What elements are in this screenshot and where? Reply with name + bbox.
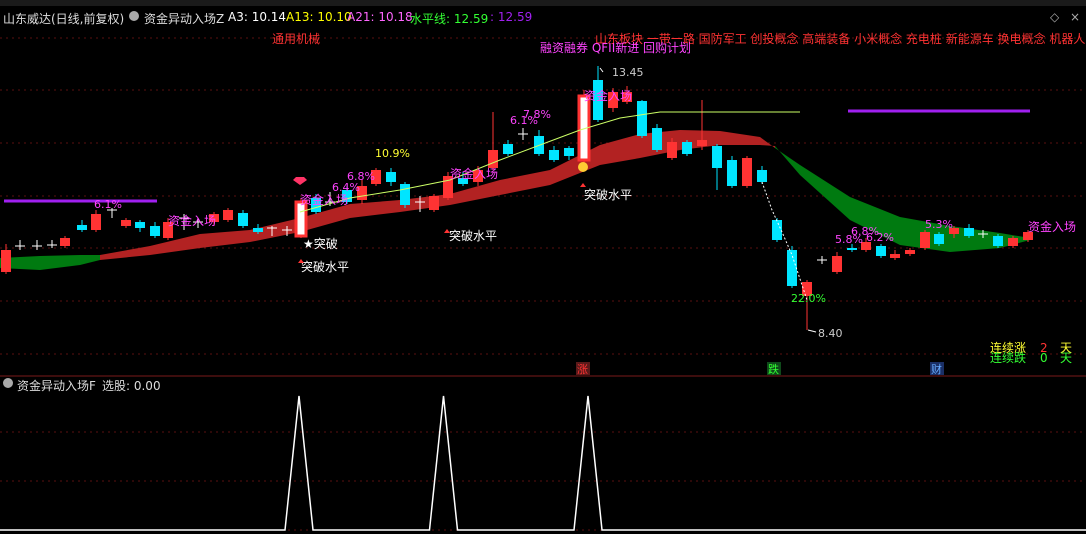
break-label: ★突破 bbox=[303, 236, 338, 251]
candle-body-20 bbox=[294, 200, 308, 238]
candle-body-60 bbox=[890, 254, 900, 258]
sub-indicator-line bbox=[0, 395, 1086, 531]
pct-label-10: 6.2% bbox=[866, 231, 894, 244]
candle-body-52 bbox=[772, 220, 782, 240]
arrow-up-icon-3 bbox=[580, 183, 586, 187]
candle-body-26 bbox=[386, 172, 396, 182]
high-pointer bbox=[599, 67, 604, 73]
pct-label-11: 5.3% bbox=[925, 218, 953, 231]
candle-body-47 bbox=[697, 140, 707, 146]
candle-body-61 bbox=[905, 250, 915, 254]
fund-entry-label-1: 资金入场 bbox=[168, 213, 216, 228]
candle-body-37 bbox=[549, 150, 559, 160]
concept-line-1: 通用机械 bbox=[272, 31, 320, 46]
candle-body-48 bbox=[712, 146, 722, 168]
sub-indicator-value: 选股: 0.00 bbox=[102, 379, 161, 393]
break-level-label-1: 突破水平 bbox=[301, 259, 349, 274]
candle-body-68 bbox=[1008, 238, 1018, 246]
candle-body-10 bbox=[150, 226, 160, 236]
candle-body-8 bbox=[121, 220, 131, 226]
candle-body-34 bbox=[503, 144, 513, 154]
ma-dotted bbox=[761, 181, 808, 301]
candle-body-53 bbox=[787, 250, 797, 286]
candle-body-57 bbox=[847, 248, 857, 250]
sub-chart-header: 资金异动入场F 选股: 0.00 bbox=[0, 376, 1086, 393]
fund-entry-label-4: 资金入场 bbox=[584, 88, 632, 103]
fund-entry-label-3: 资金入场 bbox=[450, 166, 498, 181]
candle-body-0 bbox=[1, 250, 11, 272]
ribbon-bear-left bbox=[0, 255, 100, 270]
diamond-icon bbox=[293, 177, 307, 185]
pct-label-1: 6.1% bbox=[94, 198, 122, 211]
concept-line-3: 融资融券 QFII新进 回购计划 bbox=[540, 40, 691, 55]
lianxu-die-count: 0 bbox=[1040, 351, 1048, 365]
candle-body-5 bbox=[77, 225, 87, 230]
die-badge: 跌 bbox=[768, 362, 779, 376]
candle-body-51 bbox=[757, 170, 767, 182]
candle-body-43 bbox=[637, 101, 647, 136]
sub-indicator-name[interactable]: 资金异动入场F bbox=[17, 377, 96, 394]
pct-label-4: 10.9% bbox=[375, 147, 410, 160]
candle-body-16 bbox=[238, 213, 248, 226]
break-level-label-3: 突破水平 bbox=[584, 187, 632, 202]
fund-entry-label-2: 资金入场 bbox=[300, 192, 348, 207]
candle-body-65 bbox=[964, 228, 974, 236]
candle-body-56 bbox=[832, 256, 842, 272]
candle-body-67 bbox=[993, 236, 1003, 246]
low-pointer bbox=[807, 329, 817, 333]
candle-body-59 bbox=[876, 246, 886, 256]
low-label: 8.40 bbox=[818, 327, 843, 340]
zhang-badge: 涨 bbox=[577, 363, 588, 376]
sub-indicator-menu-icon[interactable] bbox=[3, 377, 13, 391]
break-level-label-2: 突破水平 bbox=[449, 228, 497, 243]
cai-badge: 财 bbox=[931, 362, 942, 376]
candle-body-9 bbox=[135, 222, 145, 228]
ribbon-bear-right bbox=[775, 146, 1030, 252]
candle-body-46 bbox=[682, 142, 692, 154]
candle-body-33 bbox=[488, 150, 498, 168]
candle-body-17 bbox=[253, 228, 263, 232]
pct-label-7: 22.0% bbox=[791, 292, 826, 305]
candle-body-44 bbox=[652, 128, 662, 150]
high-label: 13.45 bbox=[612, 66, 644, 79]
candle-body-63 bbox=[934, 234, 944, 244]
pct-label-6: 6.1% bbox=[510, 114, 538, 127]
lianxu-die-unit: 天 bbox=[1060, 351, 1072, 365]
candle-body-27 bbox=[400, 184, 410, 205]
candle-body-50 bbox=[742, 158, 752, 186]
candle-body-29 bbox=[429, 196, 439, 210]
candle-body-15 bbox=[223, 210, 233, 220]
candle-body-49 bbox=[727, 160, 737, 186]
lianxu-die-label: 连续跌 bbox=[990, 350, 1026, 365]
candle-body-62 bbox=[920, 232, 930, 248]
price-chart[interactable]: 通用机械 山东板块 一带一路 国防军工 创投概念 高端装备 小米概念 充电桩 新… bbox=[0, 0, 1086, 534]
candle-body-4 bbox=[60, 238, 70, 246]
fund-entry-label-5: 资金入场 bbox=[1028, 219, 1076, 234]
candle-body-38 bbox=[564, 148, 574, 156]
ma-line bbox=[299, 111, 800, 213]
candle-body-45 bbox=[667, 142, 677, 158]
candle-body-6 bbox=[91, 214, 101, 230]
coin-icon bbox=[578, 162, 588, 172]
